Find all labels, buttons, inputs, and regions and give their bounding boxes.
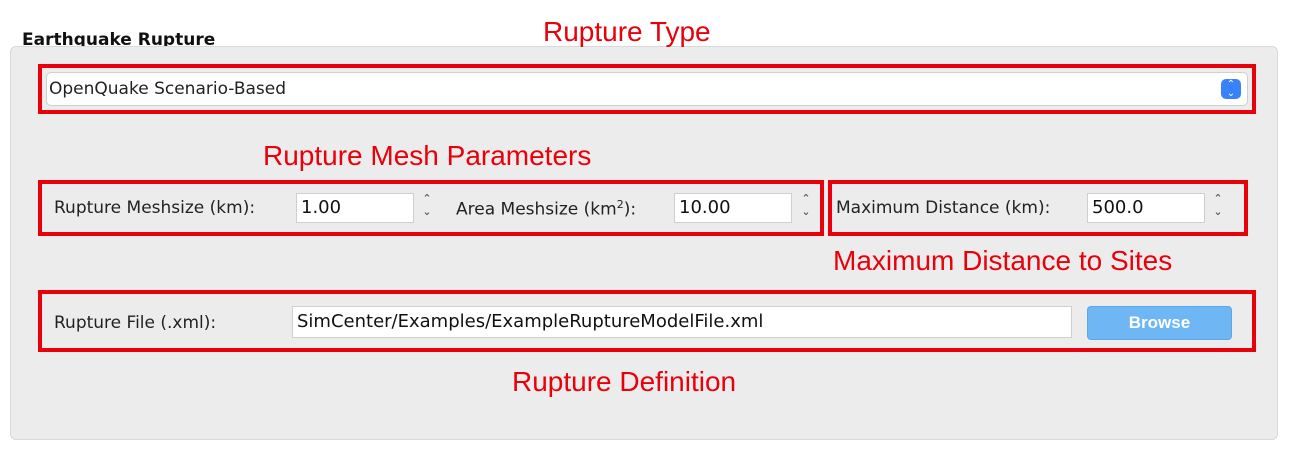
rupture-type-select[interactable]: OpenQuake Scenario-Based ⌃ ⌄ (46, 72, 1248, 106)
spinbox-arrows-icon[interactable]: ⌃ ⌄ (418, 193, 436, 223)
max-distance-label: Maximum Distance (km): (836, 198, 1051, 218)
meshsize-label: Rupture Meshsize (km): (54, 198, 256, 218)
meshsize-input[interactable]: 1.00 (296, 193, 414, 223)
spinbox-arrows-icon[interactable]: ⌃ ⌄ (797, 193, 815, 223)
annotation-mesh-params: Rupture Mesh Parameters (263, 140, 592, 171)
area-meshsize-input[interactable]: 10.00 (674, 193, 792, 223)
annotation-rupture-definition: Rupture Definition (512, 366, 737, 397)
max-distance-input[interactable]: 500.0 (1087, 193, 1205, 223)
browse-button[interactable]: Browse (1087, 306, 1232, 340)
spinbox-arrows-icon[interactable]: ⌃ ⌄ (1209, 193, 1227, 223)
annotation-rupture-type: Rupture Type (543, 16, 711, 47)
area-meshsize-label: Area Meshsize (km2): (456, 198, 637, 220)
rupture-file-path-input[interactable]: SimCenter/Examples/ExampleRuptureModelFi… (292, 306, 1072, 338)
updown-chevron-icon: ⌃ ⌄ (1221, 79, 1241, 99)
annotation-max-distance: Maximum Distance to Sites (833, 245, 1173, 276)
rupture-type-value: OpenQuake Scenario-Based (49, 79, 287, 99)
rupture-file-label: Rupture File (.xml): (54, 313, 217, 333)
